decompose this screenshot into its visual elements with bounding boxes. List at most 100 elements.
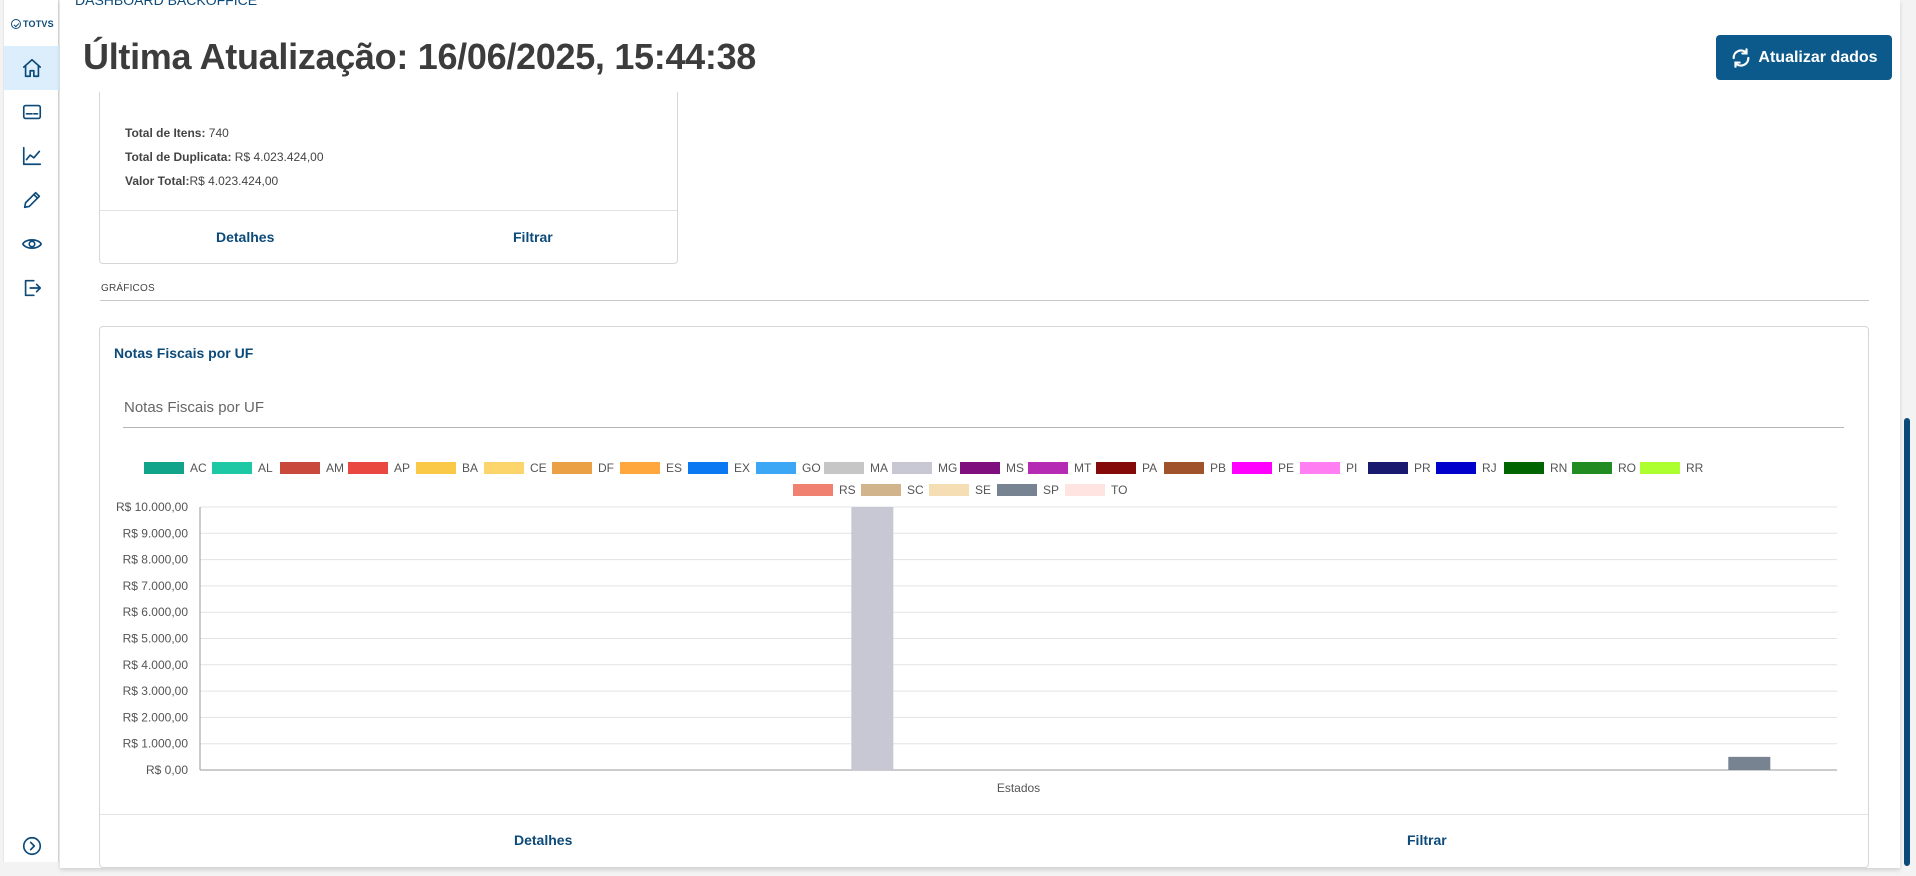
- legend-swatch-pb: [1164, 462, 1204, 474]
- legend-label-ap: AP: [394, 461, 410, 475]
- legend-label-am: AM: [326, 461, 344, 475]
- legend-label-ce: CE: [530, 461, 547, 475]
- legend-label-ms: MS: [1006, 461, 1024, 475]
- summary-total-items: Total de Itens: 740: [125, 126, 229, 140]
- legend-label-pa: PA: [1142, 461, 1157, 475]
- chart-filter-link[interactable]: Filtrar: [1407, 832, 1447, 848]
- legend-swatch-ac: [144, 462, 184, 474]
- summary-details-link[interactable]: Detalhes: [216, 229, 274, 245]
- legend-swatch-mg: [892, 462, 932, 474]
- summary-total-duplicata: Total de Duplicata: R$ 4.023.424,00: [125, 150, 324, 164]
- y-tick-label: R$ 5.000,00: [123, 632, 189, 646]
- app-window: TOTVS DASHBOARD BACKOFFICE Última Atuali…: [0, 0, 1916, 876]
- bar-mg: [851, 507, 894, 770]
- summary-total-value: Valor Total:R$ 4.023.424,00: [125, 174, 278, 188]
- legend-swatch-to: [1065, 484, 1105, 496]
- legend-swatch-ce: [484, 462, 524, 474]
- legend-swatch-ma: [824, 462, 864, 474]
- legend-label-rs: RS: [839, 483, 856, 497]
- legend-label-sc: SC: [907, 483, 924, 497]
- summary-label: Total de Itens:: [125, 126, 206, 140]
- legend-swatch-ba: [416, 462, 456, 474]
- summary-label: Valor Total:: [125, 174, 190, 188]
- y-tick-label: R$ 0,00: [146, 763, 188, 777]
- legend-label-rn: RN: [1550, 461, 1567, 475]
- sidebar-item-view[interactable]: [4, 222, 60, 266]
- sidebar-item-home[interactable]: [4, 46, 60, 90]
- legend-swatch-go: [756, 462, 796, 474]
- chart-details-link[interactable]: Detalhes: [514, 832, 572, 848]
- summary-card: Total de Itens: 740 Total de Duplicata: …: [99, 92, 678, 264]
- card-divider: [100, 814, 1868, 815]
- page-title: Última Atualização: 16/06/2025, 15:44:38: [83, 36, 757, 77]
- legend-label-pi: PI: [1346, 461, 1357, 475]
- y-tick-label: R$ 10.000,00: [116, 500, 188, 514]
- legend-swatch-ms: [960, 462, 1000, 474]
- chart-line-icon: [22, 146, 42, 166]
- totvs-logo[interactable]: TOTVS: [11, 16, 55, 32]
- refresh-data-button[interactable]: Atualizar dados: [1716, 35, 1892, 80]
- legend-label-es: ES: [666, 461, 682, 475]
- legend-label-pr: PR: [1414, 461, 1431, 475]
- bar-chart: AC AL AM AP BA CE DF ES EX GO MA MG MS MT PA PB PE PI PR RJ…: [116, 461, 1837, 795]
- legend-label-se: SE: [975, 483, 991, 497]
- summary-filter-link[interactable]: Filtrar: [513, 229, 553, 245]
- legend-label-mt: MT: [1074, 461, 1092, 475]
- bar-sp: [1728, 756, 1771, 770]
- sidebar: TOTVS: [3, 0, 60, 862]
- legend-label-ba: BA: [462, 461, 478, 475]
- legend-swatch-pe: [1232, 462, 1272, 474]
- legend-swatch-rr: [1640, 462, 1680, 474]
- main-content: DASHBOARD BACKOFFICE Última Atualização:…: [60, 0, 1900, 868]
- legend-label-ro: RO: [1618, 461, 1636, 475]
- legend-label-pe: PE: [1278, 461, 1294, 475]
- legend-label-rj: RJ: [1482, 461, 1497, 475]
- breadcrumb[interactable]: DASHBOARD BACKOFFICE: [75, 0, 257, 8]
- legend-swatch-rj: [1436, 462, 1476, 474]
- logout-icon: [24, 279, 42, 297]
- legend-label-ma: MA: [870, 461, 888, 475]
- summary-value: 740: [205, 126, 229, 140]
- legend-label-go: GO: [802, 461, 821, 475]
- legend-swatch-rs: [793, 484, 833, 496]
- sidebar-item-edit[interactable]: [4, 178, 60, 222]
- y-tick-label: R$ 6.000,00: [123, 605, 189, 619]
- totvs-logo-icon: [11, 19, 21, 29]
- legend-label-rr: RR: [1686, 461, 1704, 475]
- legend-label-sp: SP: [1043, 483, 1059, 497]
- summary-label: Total de Duplicata:: [125, 150, 232, 164]
- legend-swatch-ex: [688, 462, 728, 474]
- chart-card: Notas Fiscais por UF Notas Fiscais por U…: [99, 326, 1869, 868]
- y-tick-label: R$ 7.000,00: [123, 579, 189, 593]
- card-divider: [100, 210, 677, 211]
- legend-swatch-rn: [1504, 462, 1544, 474]
- legend-swatch-es: [620, 462, 660, 474]
- legend-swatch-se: [929, 484, 969, 496]
- legend-label-ac: AC: [190, 461, 207, 475]
- legend-swatch-ro: [1572, 462, 1612, 474]
- eye-icon: [22, 239, 42, 249]
- refresh-icon: [1732, 47, 1750, 68]
- legend-swatch-am: [280, 462, 320, 474]
- legend-swatch-sp: [997, 484, 1037, 496]
- legend-swatch-df: [552, 462, 592, 474]
- y-tick-label: R$ 2.000,00: [123, 710, 189, 724]
- section-label: GRÁFICOS: [101, 283, 155, 294]
- x-axis-label: Estados: [997, 781, 1040, 795]
- refresh-data-label: Atualizar dados: [1758, 48, 1878, 66]
- sidebar-item-logout[interactable]: [4, 266, 60, 310]
- y-tick-label: R$ 1.000,00: [123, 737, 189, 751]
- scrollbar-thumb[interactable]: [1904, 418, 1910, 866]
- legend-label-ex: EX: [734, 461, 750, 475]
- legend-label-pb: PB: [1210, 461, 1226, 475]
- legend-swatch-pr: [1368, 462, 1408, 474]
- y-tick-label: R$ 4.000,00: [123, 658, 189, 672]
- y-tick-label: R$ 9.000,00: [123, 526, 189, 540]
- legend-label-df: DF: [598, 461, 614, 475]
- sidebar-item-card[interactable]: [4, 90, 60, 134]
- y-tick-label: R$ 3.000,00: [123, 684, 189, 698]
- legend-swatch-pa: [1096, 462, 1136, 474]
- section-divider: [100, 300, 1869, 301]
- sidebar-item-chart[interactable]: [4, 134, 60, 178]
- sidebar-expand-button[interactable]: [4, 824, 60, 868]
